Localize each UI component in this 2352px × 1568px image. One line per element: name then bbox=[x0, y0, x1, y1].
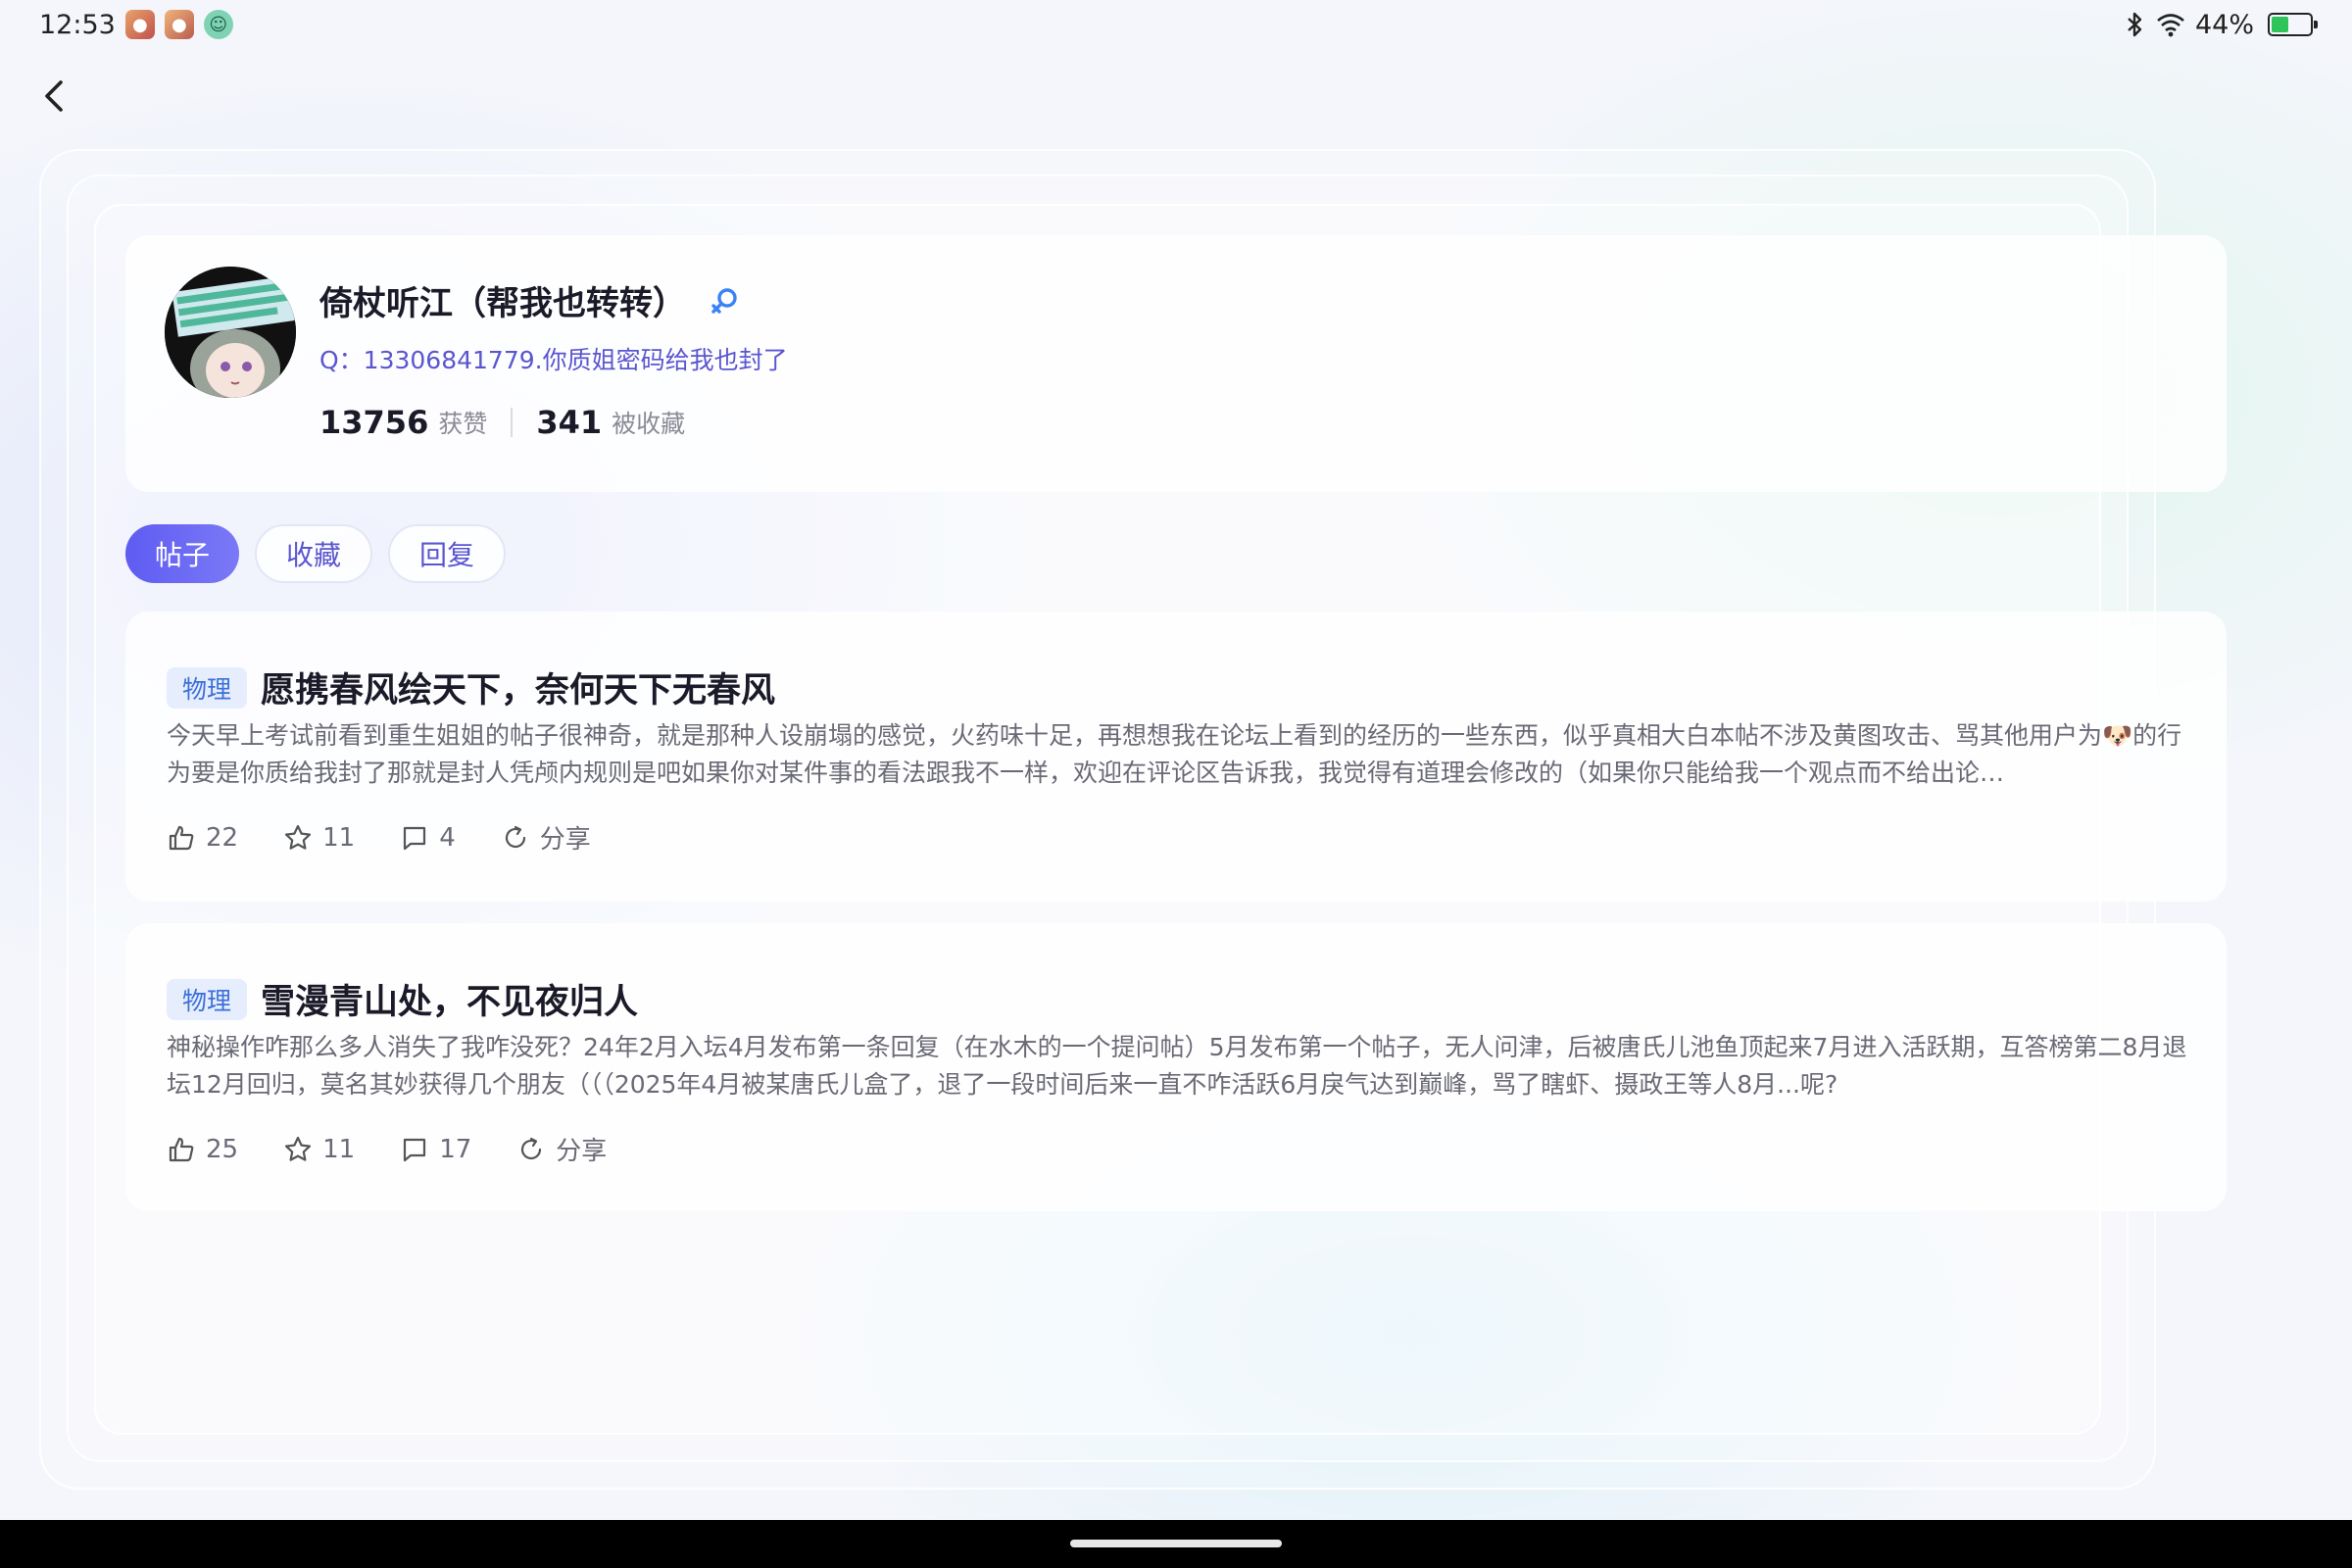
thumbs-up-icon bbox=[169, 825, 194, 850]
stat-divider bbox=[511, 408, 514, 437]
app-notification-icon: ● bbox=[164, 10, 194, 39]
female-icon bbox=[711, 287, 737, 314]
post-title-row: 物理 雪漫青山处，不见夜归人 bbox=[167, 974, 638, 1024]
tab-posts[interactable]: 帖子 bbox=[125, 524, 240, 583]
status-left: 12:53 ● ● ☺ bbox=[39, 10, 233, 40]
tab-replies[interactable]: 回复 bbox=[388, 524, 507, 583]
share-icon bbox=[505, 825, 525, 848]
comment-button[interactable]: 4 bbox=[400, 823, 456, 853]
share-button[interactable]: 分享 bbox=[516, 1131, 607, 1167]
post-actions: 22 11 4 分享 bbox=[167, 819, 591, 856]
category-tag[interactable]: 物理 bbox=[167, 666, 248, 709]
comment-count: 17 bbox=[439, 1134, 472, 1164]
like-count: 25 bbox=[206, 1134, 239, 1164]
post-card[interactable]: 物理 雪漫青山处，不见夜归人 神秘操作咋那么多人消失了我咋没死？24年2月入坛4… bbox=[125, 923, 2227, 1211]
username-row: 倚杖听江（帮我也转转） bbox=[319, 276, 741, 324]
profile-card: 倚杖听江（帮我也转转） Q：13306841779.你质姐密码给我也封了 137… bbox=[125, 235, 2227, 492]
bluetooth-icon bbox=[2128, 12, 2142, 37]
username: 倚杖听江（帮我也转转） bbox=[319, 284, 686, 323]
favorite-count: 11 bbox=[322, 1134, 356, 1164]
category-tag[interactable]: 物理 bbox=[167, 978, 248, 1020]
post-title[interactable]: 愿携春风绘天下，奈何天下无春风 bbox=[261, 662, 775, 712]
like-button[interactable]: 22 bbox=[167, 823, 238, 853]
battery-fill bbox=[2272, 17, 2288, 32]
share-label: 分享 bbox=[539, 825, 591, 855]
share-icon bbox=[521, 1137, 542, 1159]
post-title-row: 物理 愿携春风绘天下，奈何天下无春风 bbox=[167, 662, 775, 712]
post-title[interactable]: 雪漫青山处，不见夜归人 bbox=[261, 974, 638, 1024]
battery-percent: 44% bbox=[2194, 9, 2254, 40]
likes-label: 获赞 bbox=[438, 410, 488, 438]
post-card[interactable]: 物理 愿携春风绘天下，奈何天下无春风 今天早上考试前看到重生姐姐的帖子很神奇，就… bbox=[125, 612, 2227, 902]
comment-count: 4 bbox=[439, 822, 456, 853]
post-excerpt: 神秘操作咋那么多人消失了我咋没死？24年2月入坛4月发布第一条回复（在水木的一个… bbox=[167, 1033, 2187, 1099]
profile-tabs: 帖子 收藏 回复 bbox=[125, 524, 507, 583]
share-button[interactable]: 分享 bbox=[501, 819, 591, 856]
like-button[interactable]: 25 bbox=[167, 1135, 238, 1164]
app-notification-icon: ☺ bbox=[203, 10, 233, 39]
share-label: 分享 bbox=[556, 1137, 608, 1166]
app-notification-icon: ● bbox=[124, 10, 155, 39]
wifi-icon bbox=[2157, 14, 2184, 37]
thumbs-up-icon bbox=[169, 1137, 194, 1161]
back-button[interactable] bbox=[29, 69, 78, 123]
star-icon bbox=[284, 824, 312, 850]
avatar[interactable] bbox=[165, 267, 296, 398]
user-stats: 13756 获赞 341 被收藏 bbox=[319, 404, 685, 441]
status-time: 12:53 bbox=[39, 9, 116, 40]
likes-count: 13756 bbox=[319, 404, 429, 441]
post-excerpt: 今天早上考试前看到重生姐姐的帖子很神奇，就是那种人设崩塌的感觉，火药味十足，再想… bbox=[167, 721, 2182, 787]
favorite-button[interactable]: 11 bbox=[283, 823, 355, 853]
tab-favorites[interactable]: 收藏 bbox=[255, 524, 373, 583]
user-bio: Q：13306841779.你质姐密码给我也封了 bbox=[319, 346, 788, 374]
post-actions: 25 11 17 分享 bbox=[167, 1131, 607, 1167]
comment-icon bbox=[404, 826, 426, 850]
status-bar: 12:53 ● ● ☺ 44% bbox=[0, 0, 2352, 49]
status-right: 44% bbox=[2125, 9, 2318, 40]
star-icon bbox=[284, 1136, 312, 1161]
favorite-button[interactable]: 11 bbox=[283, 1135, 355, 1164]
navigation-bar bbox=[0, 1520, 2352, 1568]
home-indicator[interactable] bbox=[1070, 1540, 1282, 1547]
favorites-label: 被收藏 bbox=[612, 410, 686, 438]
comment-icon bbox=[404, 1138, 426, 1161]
comment-button[interactable]: 17 bbox=[400, 1135, 471, 1164]
favorites-count: 341 bbox=[536, 404, 603, 441]
favorite-count: 11 bbox=[322, 822, 356, 853]
battery-icon bbox=[2268, 13, 2318, 36]
chevron-left-icon bbox=[45, 80, 63, 112]
like-count: 22 bbox=[206, 822, 239, 853]
avatar-image bbox=[165, 267, 296, 398]
